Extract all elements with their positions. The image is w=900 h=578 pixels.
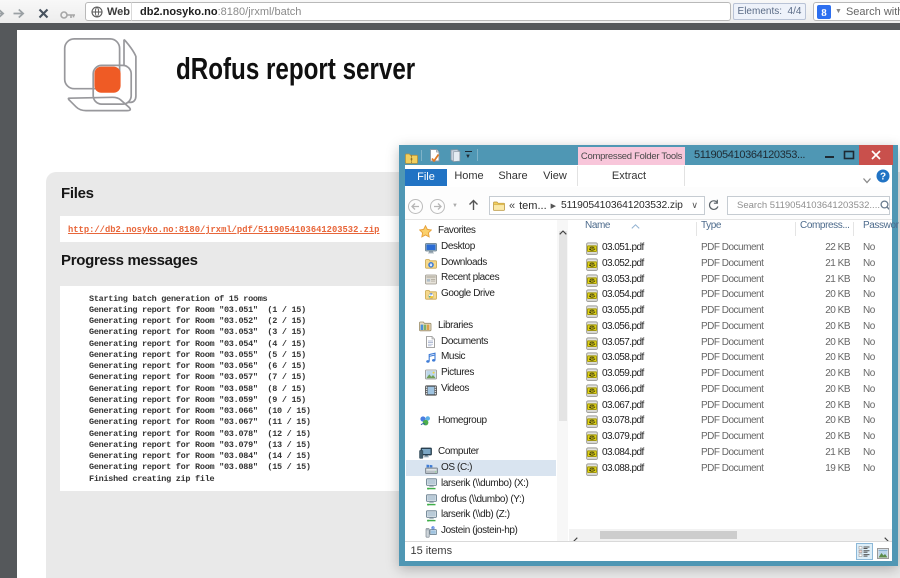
- svg-text:PDF: PDF: [588, 420, 596, 424]
- svg-text:PDF: PDF: [588, 326, 596, 330]
- svg-text:PDF: PDF: [588, 436, 596, 440]
- svg-text:PDF: PDF: [588, 452, 596, 456]
- svg-text:PDF: PDF: [588, 468, 596, 472]
- svg-text:PDF: PDF: [588, 279, 596, 283]
- svg-text:PDF: PDF: [588, 389, 596, 393]
- svg-text:?: ?: [880, 172, 886, 183]
- svg-text:PDF: PDF: [588, 247, 596, 251]
- svg-text:8: 8: [821, 7, 827, 19]
- svg-text:PDF: PDF: [588, 373, 596, 377]
- svg-text:PDF: PDF: [588, 357, 596, 361]
- svg-text:PDF: PDF: [588, 405, 596, 409]
- svg-text:PDF: PDF: [588, 294, 596, 298]
- svg-text:PDF: PDF: [588, 310, 596, 314]
- svg-text:PDF: PDF: [588, 342, 596, 346]
- svg-text:PDF: PDF: [588, 263, 596, 267]
